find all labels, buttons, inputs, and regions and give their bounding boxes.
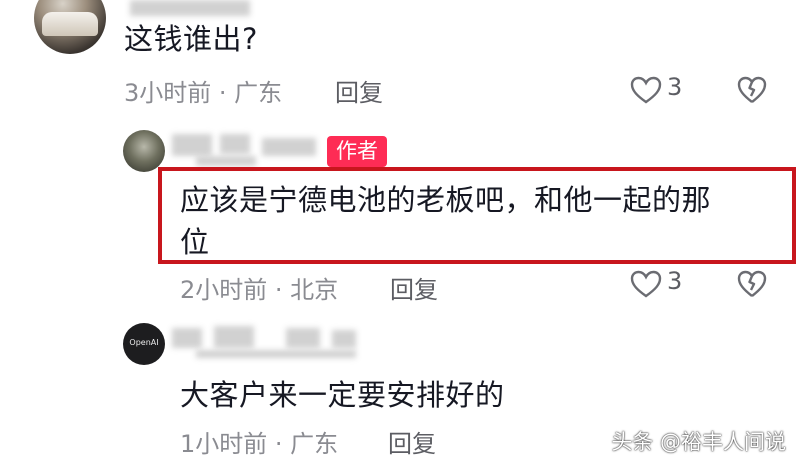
blurred-username (172, 134, 212, 156)
blurred-username (172, 328, 202, 348)
comment-meta: 3小时前 · 广东 (124, 79, 283, 107)
avatar-logo-text: OpenAI (129, 338, 159, 347)
watermark: 头条 @裕丰人间说 (611, 430, 786, 454)
comment-text: 这钱谁出? (124, 22, 258, 56)
reply-button[interactable]: 回复 (390, 270, 438, 305)
comment-text: 大客户来一定要安排好的 (180, 378, 505, 412)
blurred-username (130, 0, 250, 16)
heart-broken-icon[interactable] (737, 76, 767, 104)
reply-button[interactable]: 回复 (388, 424, 436, 459)
blurred-username (332, 330, 356, 348)
like-count: 3 (667, 73, 683, 101)
comment-text: 应该是宁德电池的老板吧，和他一起的那 (180, 183, 712, 217)
reply-button[interactable]: 回复 (335, 73, 383, 108)
heart-outline-icon[interactable] (630, 270, 662, 298)
like-count: 3 (667, 267, 683, 295)
blurred-username (214, 326, 254, 348)
author-avatar[interactable] (123, 130, 165, 172)
comment-meta: 2小时前 · 北京 (180, 276, 339, 304)
blurred-username (220, 134, 250, 154)
blurred-username (262, 138, 316, 156)
comment-text-continued: 位 (180, 225, 210, 259)
commenter-avatar[interactable] (34, 0, 106, 54)
heart-outline-icon[interactable] (630, 76, 662, 104)
blurred-username (286, 328, 320, 348)
author-badge: 作者 (327, 136, 387, 167)
commenter-avatar[interactable]: OpenAI (123, 323, 165, 365)
comment-meta: 1小时前 · 广东 (180, 430, 339, 458)
heart-broken-icon[interactable] (737, 270, 767, 298)
blurred-username (196, 156, 256, 166)
blurred-username (196, 350, 356, 358)
